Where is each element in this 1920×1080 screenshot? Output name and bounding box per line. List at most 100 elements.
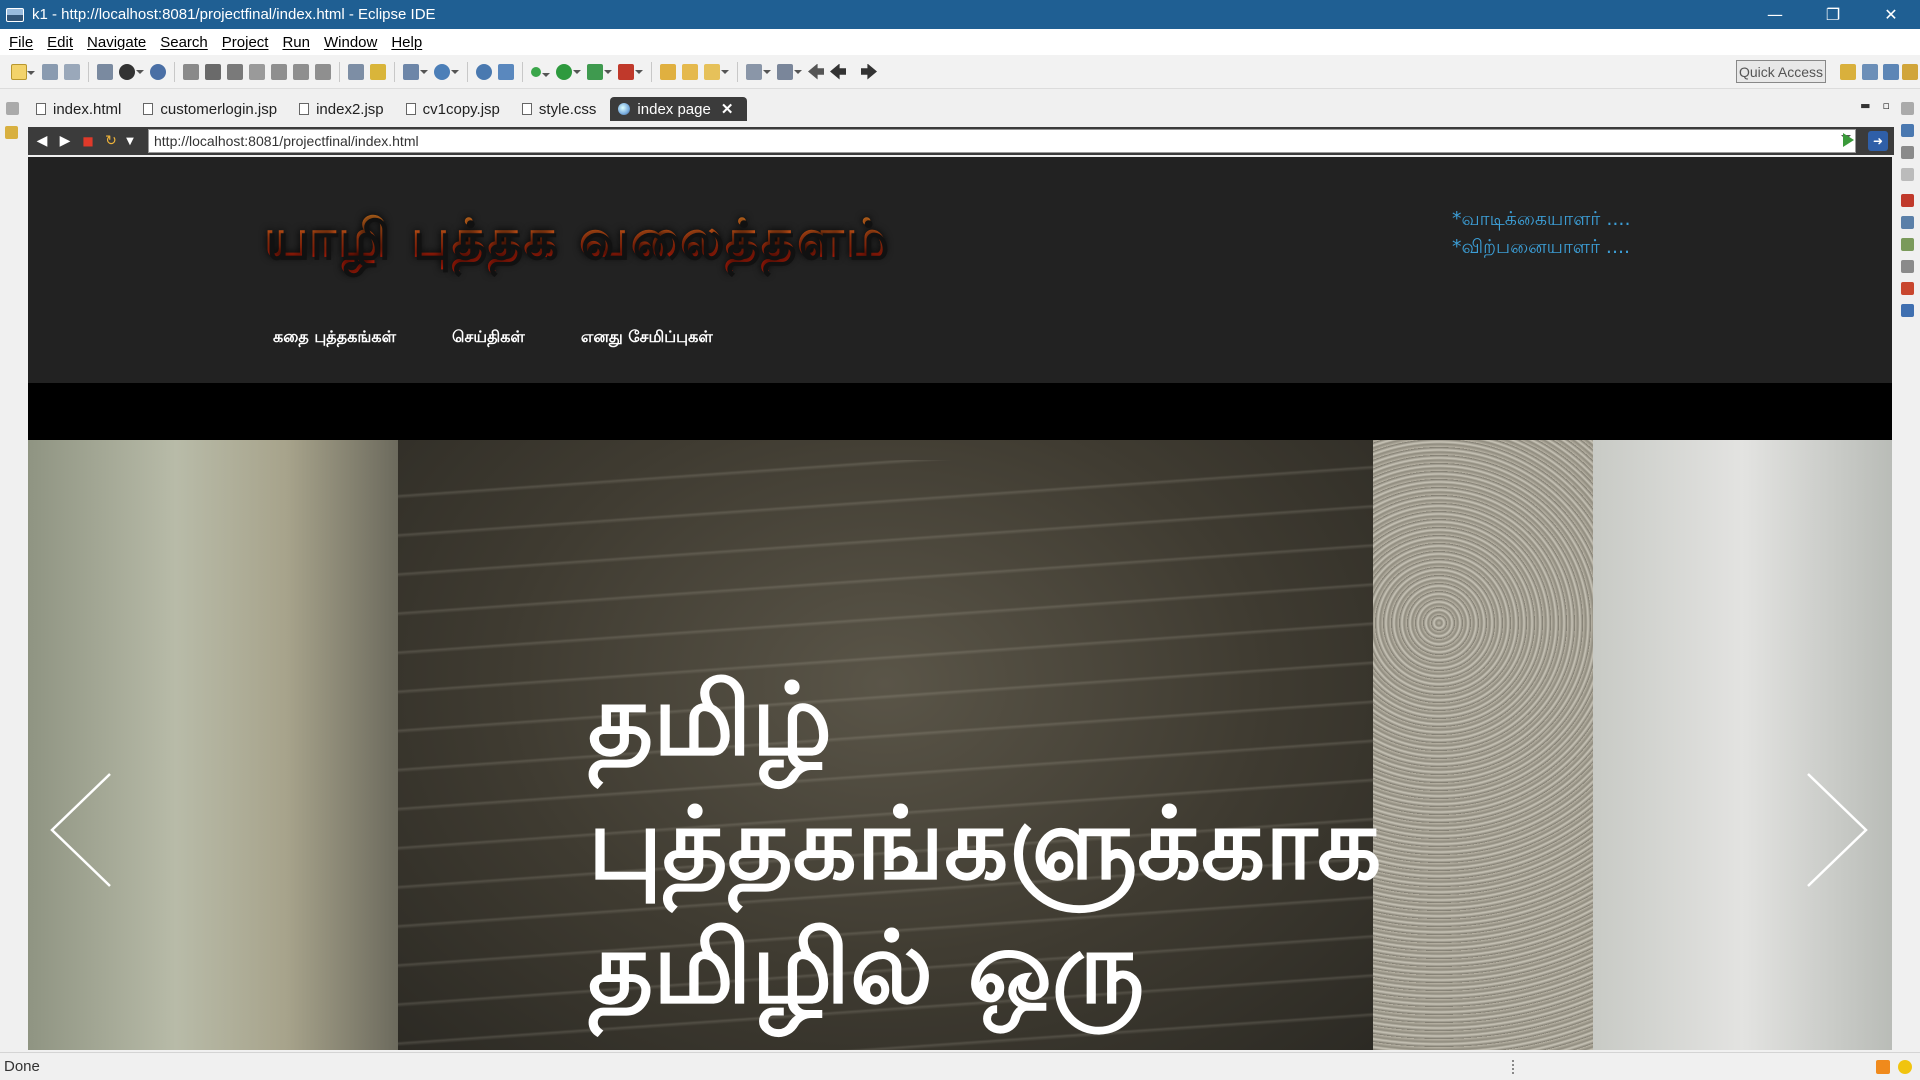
- coverage-icon[interactable]: [587, 63, 612, 80]
- toolbar-separator: [737, 61, 738, 82]
- step-return-icon[interactable]: [315, 63, 331, 80]
- suspend-icon[interactable]: [205, 63, 221, 80]
- site-logo[interactable]: யாழி புத்தக வலைத்தளம்: [264, 209, 890, 276]
- step-into-icon[interactable]: [271, 63, 287, 80]
- menu-navigate[interactable]: Navigate: [80, 34, 153, 51]
- header-divider-band: [28, 383, 1892, 440]
- search-tool-icon[interactable]: [704, 63, 729, 80]
- servers-icon[interactable]: [1901, 216, 1914, 229]
- menu-file[interactable]: File: [2, 34, 40, 51]
- status-bar: Done: [0, 1052, 1920, 1080]
- forward-arrow-icon[interactable]: ▶: [56, 132, 74, 150]
- hero-background: [28, 440, 398, 1050]
- outline-icon[interactable]: [1901, 124, 1914, 137]
- go-icon[interactable]: [1843, 133, 1854, 147]
- chevron-down-icon[interactable]: ▼: [125, 132, 135, 150]
- save-all-icon[interactable]: [64, 63, 80, 80]
- maximize-editor-icon[interactable]: ▫: [1883, 99, 1890, 112]
- eclipse-app-icon: [6, 7, 24, 22]
- menu-project[interactable]: Project: [215, 34, 276, 51]
- java-perspective-icon[interactable]: [1902, 64, 1918, 80]
- restore-view-icon[interactable]: [6, 102, 19, 115]
- print-icon[interactable]: [97, 63, 113, 80]
- new-icon[interactable]: [11, 63, 35, 80]
- new-server-icon[interactable]: [403, 63, 428, 80]
- nav-my-saved[interactable]: எனது சேமிப்புகள்: [581, 327, 713, 348]
- properties-icon[interactable]: [1901, 304, 1914, 317]
- forward-icon[interactable]: [861, 63, 877, 80]
- slider-next-arrow-icon[interactable]: [1802, 770, 1872, 890]
- close-button[interactable]: ✕: [1862, 0, 1920, 29]
- minimize-button[interactable]: —: [1746, 0, 1804, 29]
- terminate-icon[interactable]: [227, 63, 243, 80]
- open-type-icon[interactable]: [660, 63, 676, 80]
- open-task-icon[interactable]: [682, 63, 698, 80]
- resume-icon[interactable]: [183, 63, 199, 80]
- slider-prev-arrow-icon[interactable]: [46, 770, 116, 890]
- hero-line: தமிழ்: [588, 661, 833, 778]
- url-input[interactable]: http://localhost:8081/projectfinal/index…: [148, 129, 1856, 153]
- refresh-icon[interactable]: ↻: [102, 132, 120, 150]
- disconnect-icon[interactable]: [249, 63, 265, 80]
- nav-news[interactable]: செய்திகள்: [452, 327, 525, 348]
- data-source-icon[interactable]: [1901, 238, 1914, 251]
- next-annotation-icon[interactable]: [746, 63, 771, 80]
- menu-run[interactable]: Run: [275, 34, 317, 51]
- debug-icon[interactable]: [531, 66, 550, 77]
- debug-perspective-icon[interactable]: [1883, 64, 1899, 80]
- tab-index-page[interactable]: index page ✕: [610, 97, 748, 121]
- toolbar-separator: [394, 61, 395, 82]
- java-ee-perspective-icon[interactable]: [1862, 64, 1878, 80]
- seller-link[interactable]: *விற்பனையாளர் ....: [1452, 233, 1631, 261]
- window-controls: — ❐ ✕: [1746, 0, 1920, 29]
- restore-button[interactable]: ❐: [1804, 0, 1862, 29]
- minimize-editor-icon[interactable]: ▬: [1860, 99, 1870, 112]
- back-arrow-icon[interactable]: ◀: [33, 132, 51, 150]
- project-explorer-icon[interactable]: [5, 126, 18, 139]
- hero-line: தமிழில் ஒரு: [588, 909, 1145, 1026]
- open-external-browser-icon[interactable]: ➜: [1868, 131, 1888, 151]
- nav-story-books[interactable]: கதை புத்தகங்கள்: [273, 327, 396, 348]
- toggle-block-icon[interactable]: [348, 63, 364, 80]
- minimized-view-icon[interactable]: [1901, 168, 1914, 181]
- task-list-icon[interactable]: [1901, 146, 1914, 159]
- menu-window[interactable]: Window: [317, 34, 384, 51]
- tab-cv1copy-jsp[interactable]: cv1copy.jsp: [398, 97, 514, 121]
- file-icon: [405, 103, 416, 115]
- menu-search[interactable]: Search: [153, 34, 215, 51]
- problems-icon[interactable]: [1901, 194, 1914, 207]
- toolbar-separator: [339, 61, 340, 82]
- back-icon[interactable]: [830, 63, 846, 80]
- file-icon: [521, 103, 532, 115]
- last-edit-location-icon[interactable]: [808, 63, 824, 80]
- tab-index2-jsp[interactable]: index2.jsp: [291, 97, 398, 121]
- web-browser-icon[interactable]: [434, 63, 459, 80]
- close-tab-icon[interactable]: ✕: [721, 100, 734, 118]
- rss-icon[interactable]: [1876, 1060, 1890, 1074]
- quick-access-field[interactable]: Quick Access: [1736, 60, 1826, 83]
- tab-index-html[interactable]: index.html: [28, 97, 135, 121]
- tab-style-css[interactable]: style.css: [514, 97, 611, 121]
- run-icon[interactable]: [556, 63, 581, 80]
- tab-label: index page: [637, 100, 711, 118]
- tip-lightbulb-icon[interactable]: [1898, 1060, 1912, 1074]
- publish-icon[interactable]: [498, 63, 514, 80]
- save-icon[interactable]: [42, 63, 58, 80]
- step-over-icon[interactable]: [293, 63, 309, 80]
- restore-view-icon[interactable]: [1901, 102, 1914, 115]
- toolbar-separator: [88, 61, 89, 82]
- mark-occurrences-icon[interactable]: [370, 63, 386, 80]
- menu-edit[interactable]: Edit: [40, 34, 80, 51]
- globe-icon[interactable]: [476, 63, 492, 80]
- tab-customerlogin-jsp[interactable]: customerlogin.jsp: [135, 97, 291, 121]
- profile-icon[interactable]: [119, 63, 144, 80]
- skip-breakpoints-icon[interactable]: [150, 63, 166, 80]
- prev-annotation-icon[interactable]: [777, 63, 802, 80]
- menu-help[interactable]: Help: [384, 34, 429, 51]
- snippets-icon[interactable]: [1901, 260, 1914, 273]
- external-tools-icon[interactable]: [618, 63, 643, 80]
- customer-link[interactable]: *வாடிக்கையாளர் ....: [1452, 205, 1631, 233]
- stop-icon[interactable]: ■: [79, 132, 97, 150]
- console-icon[interactable]: [1901, 282, 1914, 295]
- open-perspective-icon[interactable]: [1840, 64, 1856, 80]
